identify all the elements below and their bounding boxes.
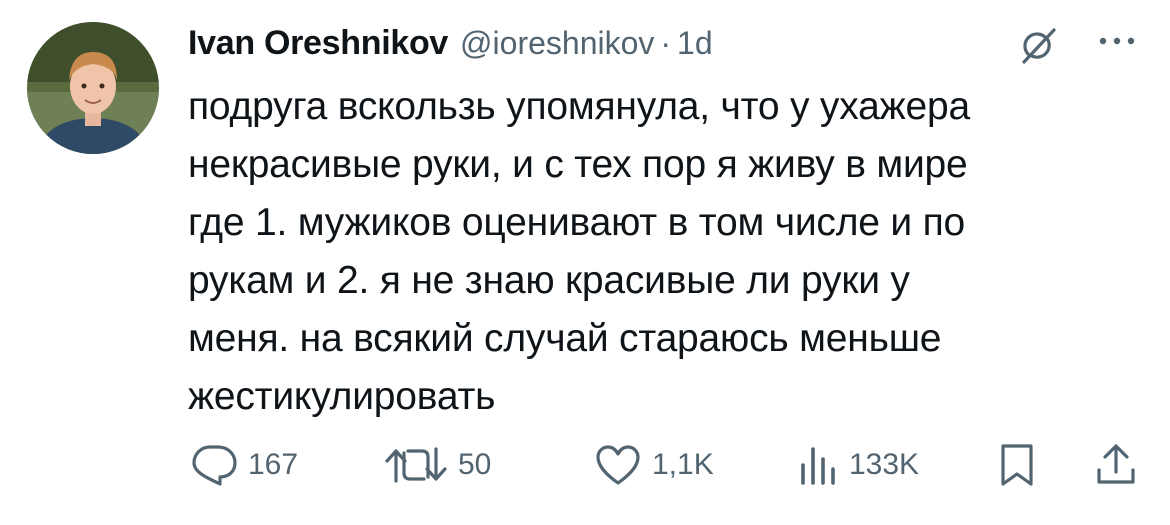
- action-bar: 167 50 1,1K 133K: [0, 440, 1170, 490]
- reply-count: 167: [248, 448, 299, 481]
- grok-icon[interactable]: [1016, 24, 1060, 68]
- share-button[interactable]: [1094, 440, 1138, 490]
- views-count: 133K: [849, 448, 920, 481]
- like-button[interactable]: 1,1K: [594, 440, 714, 490]
- reply-button[interactable]: 167: [190, 440, 298, 490]
- views-icon: [801, 447, 835, 485]
- author-name[interactable]: Ivan Oreshnikov: [188, 24, 448, 63]
- timestamp[interactable]: 1d: [677, 25, 713, 62]
- author-handle[interactable]: @ioreshnikov: [460, 25, 654, 62]
- like-icon: [596, 445, 640, 485]
- like-count: 1,1K: [652, 448, 714, 481]
- avatar[interactable]: [27, 22, 159, 154]
- bookmark-button[interactable]: [997, 440, 1037, 490]
- share-icon: [1097, 444, 1135, 484]
- repost-count: 50: [458, 448, 492, 481]
- repost-button[interactable]: 50: [384, 440, 491, 490]
- tweet-header: Ivan Oreshnikov @ioreshnikov · 1d: [188, 19, 713, 67]
- separator: ·: [660, 24, 672, 61]
- reply-icon: [192, 445, 237, 486]
- repost-icon: [385, 447, 447, 483]
- views-button[interactable]: 133K: [795, 440, 919, 490]
- more-icon[interactable]: [1097, 29, 1137, 53]
- bookmark-icon: [1001, 444, 1033, 486]
- tweet-text: подруга вскользь упомянула, что у ухажер…: [188, 85, 970, 418]
